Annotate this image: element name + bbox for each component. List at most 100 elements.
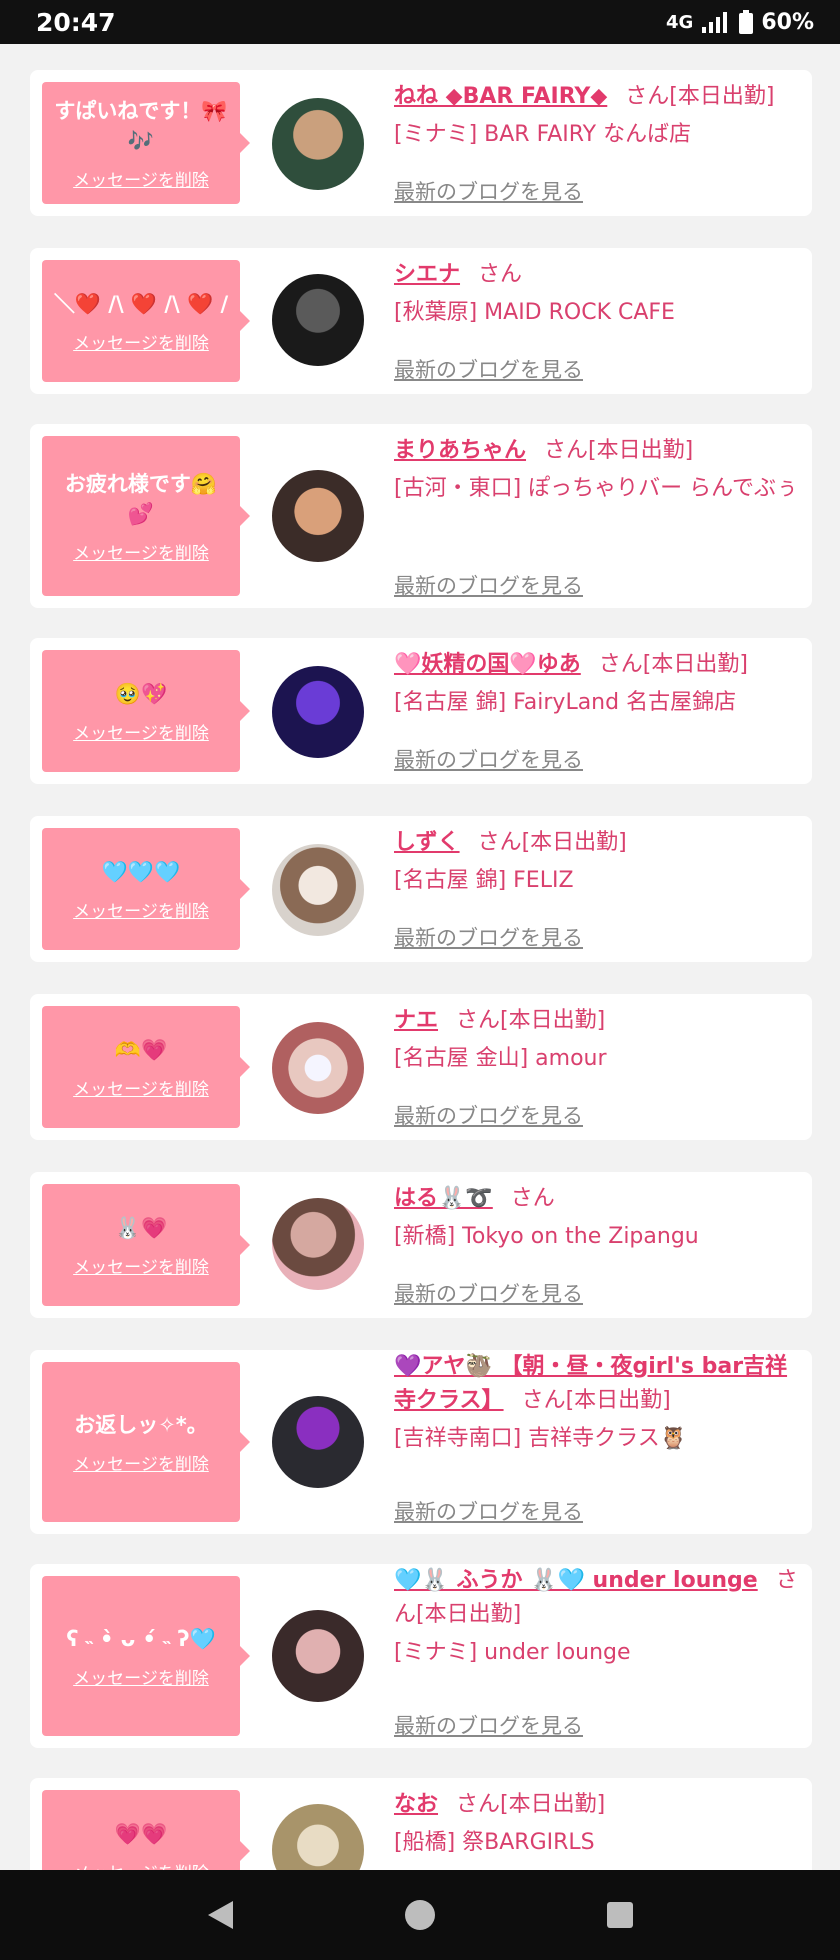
message-text: すぱいねです！🎀🎶 — [54, 98, 228, 153]
shop-name: [名古屋 錦] FELIZ — [394, 868, 574, 893]
avatar[interactable] — [272, 470, 364, 562]
cast-name-link[interactable]: はる🐰➰ — [394, 1186, 493, 1211]
message-bubble: ＼❤️ /\ ❤️ /\ ❤️ / メッセージを削除 — [42, 260, 250, 382]
name-suffix: さん[本日出勤] — [456, 1008, 606, 1033]
list-item: 🐰💗 メッセージを削除 はる🐰➰ さん [新橋] Tokyo on the Zip… — [30, 1172, 812, 1318]
avatar[interactable] — [272, 666, 364, 758]
card-info: はる🐰➰ さん [新橋] Tokyo on the Zipangu 最新のブログを… — [394, 1182, 799, 1312]
name-suffix: さん[本日出勤] — [477, 830, 627, 855]
home-icon[interactable] — [400, 1895, 440, 1935]
card-info: シエナ さん [秋葉原] MAID ROCK CAFE 最新のブログを見る — [394, 258, 799, 388]
list-item: ＼❤️ /\ ❤️ /\ ❤️ / メッセージを削除 シエナ さん [秋葉原] M… — [30, 248, 812, 394]
delete-message-link[interactable]: メッセージを削除 — [73, 1253, 209, 1278]
network-type: 4G — [666, 11, 694, 33]
message-text: お疲れ様です🤗💕 — [64, 471, 218, 526]
list-item: 💗💗 メッセージを削除 なおさん[本日出勤] [船橋] 祭BARGIRLS 最新… — [30, 1778, 812, 1870]
message-text: 🩵🩵🩵 — [101, 859, 181, 884]
status-bar: 20:47 4G 60% — [0, 0, 840, 44]
message-feed[interactable]: すぱいねです！🎀🎶 メッセージを削除 ねね ◆BAR FAIRY◆ さん[本日出勤… — [0, 44, 840, 1870]
card-info: なおさん[本日出勤] [船橋] 祭BARGIRLS 最新のブログを見る — [394, 1788, 799, 1870]
card-info: ナエ さん[本日出勤] [名古屋 金山] amour 最新のブログを見る — [394, 1004, 799, 1134]
view-blog-link[interactable]: 最新のブログを見る — [394, 1710, 583, 1740]
view-blog-link[interactable]: 最新のブログを見る — [394, 1496, 583, 1526]
delete-message-link[interactable]: メッセージを削除 — [73, 166, 209, 191]
message-bubble: 💗💗 メッセージを削除 — [42, 1790, 250, 1871]
list-item: 🫶💗 メッセージを削除 ナエ さん[本日出勤] [名古屋 金山] amour 最新… — [30, 994, 812, 1140]
view-blog-link[interactable]: 最新のブログを見る — [394, 570, 583, 600]
delete-message-link[interactable]: メッセージを削除 — [73, 897, 209, 922]
view-blog-link[interactable]: 最新のブログを見る — [394, 744, 583, 774]
delete-message-link[interactable]: メッセージを削除 — [73, 539, 209, 564]
cast-name-link[interactable]: しずく — [394, 830, 460, 855]
card-info: ねね ◆BAR FAIRY◆ さん[本日出勤] [ミナミ] BAR FAIRY な… — [394, 80, 799, 210]
card-info: 🩵🐰 ふうか 🐰🩵 under lounge さん[本日出勤] [ミナミ] und… — [394, 1564, 799, 1742]
message-bubble: お疲れ様です🤗💕 メッセージを削除 — [42, 436, 250, 596]
message-text: 🫶💗 — [114, 1037, 168, 1062]
delete-message-link[interactable]: メッセージを削除 — [73, 719, 209, 744]
view-blog-link[interactable]: 最新のブログを見る — [394, 1100, 583, 1130]
system-nav-bar — [0, 1870, 840, 1960]
card-info: まりあちゃん さん[本日出勤] [古河・東口] ぽっちゃりバー らんでぶぅ 最新の… — [394, 434, 799, 602]
name-suffix: さん[本日出勤] — [625, 84, 775, 109]
message-text: ʕ ˵ •̀ ᴗ •́ ˵ ʔ🩵 — [66, 1626, 216, 1651]
message-bubble: ʕ ˵ •̀ ᴗ •́ ˵ ʔ🩵 メッセージを削除 — [42, 1576, 250, 1736]
view-blog-link[interactable]: 最新のブログを見る — [394, 922, 583, 952]
cast-name-link[interactable]: ねね ◆BAR FAIRY◆ — [394, 84, 607, 109]
list-item: ʕ ˵ •̀ ᴗ •́ ˵ ʔ🩵 メッセージを削除 🩵🐰 ふうか 🐰🩵 unde… — [30, 1564, 812, 1748]
name-suffix: さん — [510, 1186, 555, 1211]
message-bubble: 🩵🩵🩵 メッセージを削除 — [42, 828, 250, 950]
cast-name-link[interactable]: ナエ — [394, 1008, 438, 1033]
card-info: 💜アヤ🦥 【朝・昼・夜girl's bar吉祥寺クラス】 さん[本日出勤] [吉祥… — [394, 1350, 799, 1528]
cast-name-link[interactable]: 🩷妖精の国🩷ゆあ — [394, 652, 581, 677]
avatar[interactable] — [272, 1022, 364, 1114]
delete-message-link[interactable]: メッセージを削除 — [73, 329, 209, 354]
message-bubble: お返しッ✧*。 メッセージを削除 — [42, 1362, 250, 1522]
list-item: すぱいねです！🎀🎶 メッセージを削除 ねね ◆BAR FAIRY◆ さん[本日出勤… — [30, 70, 812, 216]
avatar[interactable] — [272, 844, 364, 936]
delete-message-link[interactable]: メッセージを削除 — [73, 1450, 209, 1475]
cast-name-link[interactable]: シエナ — [394, 262, 460, 287]
battery-icon — [739, 10, 754, 34]
list-item: 🥹💖 メッセージを削除 🩷妖精の国🩷ゆあ さん[本日出勤] [名古屋 錦] Fai… — [30, 638, 812, 784]
avatar[interactable] — [272, 1804, 364, 1870]
delete-message-link[interactable]: メッセージを削除 — [73, 1075, 209, 1100]
card-info: 🩷妖精の国🩷ゆあ さん[本日出勤] [名古屋 錦] FairyLand 名古屋錦店… — [394, 648, 799, 778]
message-text: お返しッ✧*。 — [74, 1412, 208, 1437]
cast-name-link[interactable]: なお — [394, 1792, 438, 1817]
view-blog-link[interactable]: 最新のブログを見る — [394, 354, 583, 384]
view-blog-link[interactable]: 最新のブログを見る — [394, 1278, 583, 1308]
card-info: しずく さん[本日出勤] [名古屋 錦] FELIZ 最新のブログを見る — [394, 826, 799, 956]
list-item: お返しッ✧*。 メッセージを削除 💜アヤ🦥 【朝・昼・夜girl's bar吉祥… — [30, 1350, 812, 1534]
name-suffix: さん[本日出勤] — [521, 1388, 671, 1413]
view-blog-link[interactable]: 最新のブログを見る — [394, 176, 583, 206]
list-item: お疲れ様です🤗💕 メッセージを削除 まりあちゃん さん[本日出勤] [古河・東口]… — [30, 424, 812, 608]
delete-message-link[interactable]: メッセージを削除 — [73, 1859, 209, 1871]
shop-name: [新橋] Tokyo on the Zipangu — [394, 1224, 699, 1249]
shop-name: [吉祥寺南口] 吉祥寺クラス🦉 — [394, 1426, 688, 1451]
name-suffix: さん[本日出勤] — [598, 652, 748, 677]
shop-name: [ミナミ] BAR FAIRY なんば店 — [394, 122, 692, 147]
name-suffix: さん[本日出勤] — [456, 1792, 606, 1817]
shop-name: [船橋] 祭BARGIRLS — [394, 1830, 595, 1855]
avatar[interactable] — [272, 1396, 364, 1488]
battery-level: 60% — [761, 9, 814, 35]
message-text: 🥹💖 — [114, 681, 168, 706]
cast-name-link[interactable]: 🩵🐰 ふうか 🐰🩵 under lounge — [394, 1568, 758, 1593]
recents-icon[interactable] — [600, 1895, 640, 1935]
avatar[interactable] — [272, 1610, 364, 1702]
back-icon[interactable] — [200, 1895, 240, 1935]
message-text: 💗💗 — [114, 1821, 168, 1846]
avatar[interactable] — [272, 1198, 364, 1290]
delete-message-link[interactable]: メッセージを削除 — [73, 1664, 209, 1689]
message-text: ＼❤️ /\ ❤️ /\ ❤️ / — [53, 291, 229, 316]
signal-icon — [701, 10, 731, 34]
message-bubble: 🫶💗 メッセージを削除 — [42, 1006, 250, 1128]
avatar[interactable] — [272, 274, 364, 366]
name-suffix: さん — [478, 262, 523, 287]
message-bubble: 🥹💖 メッセージを削除 — [42, 650, 250, 772]
message-text: 🐰💗 — [114, 1215, 168, 1240]
avatar[interactable] — [272, 98, 364, 190]
cast-name-link[interactable]: まりあちゃん — [394, 438, 526, 463]
status-icons: 4G 60% — [666, 10, 814, 35]
message-bubble: 🐰💗 メッセージを削除 — [42, 1184, 250, 1306]
